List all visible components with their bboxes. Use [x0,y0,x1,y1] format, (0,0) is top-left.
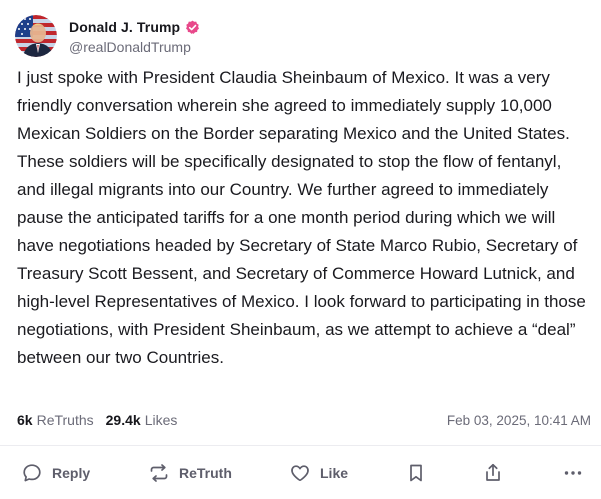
author-handle[interactable]: @realDonaldTrump [69,39,200,55]
more-dots-icon [562,462,584,484]
action-bar: Reply ReTruth Like [0,456,601,490]
speech-bubble-icon [21,462,43,484]
like-label: Like [320,465,349,481]
post-stats: 6k ReTruths 29.4k Likes Feb 03, 2025, 10… [17,409,591,431]
post-body-text: I just spoke with President Claudia Shei… [17,68,586,367]
retruths-label: ReTruths [36,412,94,428]
retruth-label: ReTruth [179,465,232,481]
repost-arrows-icon [148,462,170,484]
divider [0,445,601,446]
bookmark-button[interactable] [405,456,427,490]
reply-button[interactable]: Reply [21,456,90,490]
share-upload-icon [482,462,504,484]
like-button[interactable]: Like [289,456,348,490]
verified-check-icon [185,20,200,35]
post-header: Donald J. Trump @realDonaldTrump [15,14,200,58]
american-flag-portrait-icon [15,15,57,57]
likes-count: 29.4k [105,412,141,428]
post-timestamp[interactable]: Feb 03, 2025, 10:41 AM [447,413,591,428]
avatar[interactable] [15,15,57,57]
retruths-count: 6k [17,412,33,428]
reply-label: Reply [52,465,91,481]
bookmark-icon [405,462,427,484]
heart-icon [289,462,311,484]
author-name-row: Donald J. Trump [69,17,200,37]
likes-stat[interactable]: 29.4k Likes [106,412,178,428]
retruths-stat[interactable]: 6k ReTruths [17,412,94,428]
share-button[interactable] [482,456,504,490]
more-options-button[interactable] [562,456,584,490]
truth-post: Donald J. Trump @realDonaldTrump I just … [0,0,601,499]
author-display-name[interactable]: Donald J. Trump [69,19,180,35]
likes-label: Likes [144,412,178,428]
retruth-button[interactable]: ReTruth [148,456,232,490]
author-identity: Donald J. Trump @realDonaldTrump [69,17,200,55]
